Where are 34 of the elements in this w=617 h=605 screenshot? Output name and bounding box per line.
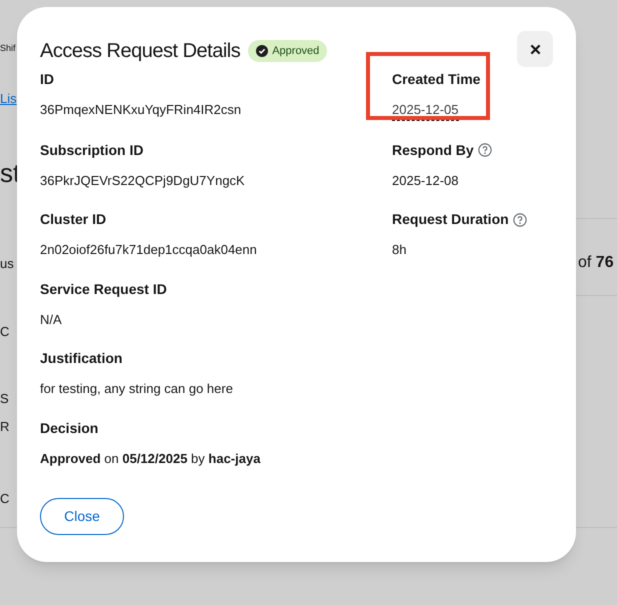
field-value: 2025-12-08 xyxy=(392,172,458,190)
field-value: 36PmqexNENKxuYqyFRin4IR2csn xyxy=(40,101,242,119)
field-value: 2025-12-05 xyxy=(392,100,458,120)
field-value: for testing, any string can go here xyxy=(40,380,233,398)
status-badge: Approved xyxy=(248,40,328,62)
close-text-button[interactable]: Close xyxy=(40,498,124,535)
check-circle-icon xyxy=(256,45,268,57)
field-label: Service Request ID xyxy=(40,280,167,299)
field-label: Cluster ID xyxy=(40,210,106,229)
field-value: 2n02oiof26fu7k71dep1ccqa0ak04enn xyxy=(40,241,257,259)
field-label: ID xyxy=(40,70,54,89)
field-label: Request Duration xyxy=(392,210,509,229)
help-icon[interactable] xyxy=(512,212,527,226)
field-label: Subscription ID xyxy=(40,140,144,160)
field-value: Approved on 05/12/2025 by hac-jaya xyxy=(40,450,262,468)
page-text: us xyxy=(0,257,14,270)
page-text: C xyxy=(0,325,10,338)
field-label: Decision xyxy=(40,418,98,438)
page-text: R xyxy=(0,420,10,433)
dialog-title: Access Request Details xyxy=(40,39,240,64)
field-label: Created Time xyxy=(392,70,480,89)
field-value: N/A xyxy=(40,310,62,328)
field-value: 36PkrJQEVrS22QCPj9DgU7YngcK xyxy=(40,172,245,190)
close-button[interactable] xyxy=(517,31,553,67)
close-icon xyxy=(530,44,540,54)
page-text: C xyxy=(0,492,10,505)
count-text: of 76 xyxy=(578,253,614,273)
field-value: 8h xyxy=(392,241,406,259)
page-link[interactable]: Lis xyxy=(0,92,17,105)
page-text: Shif xyxy=(0,44,16,53)
field-label: Justification xyxy=(40,349,122,368)
page-text: S xyxy=(0,392,9,405)
help-icon[interactable] xyxy=(478,143,492,157)
field-label: Respond By xyxy=(392,140,474,160)
